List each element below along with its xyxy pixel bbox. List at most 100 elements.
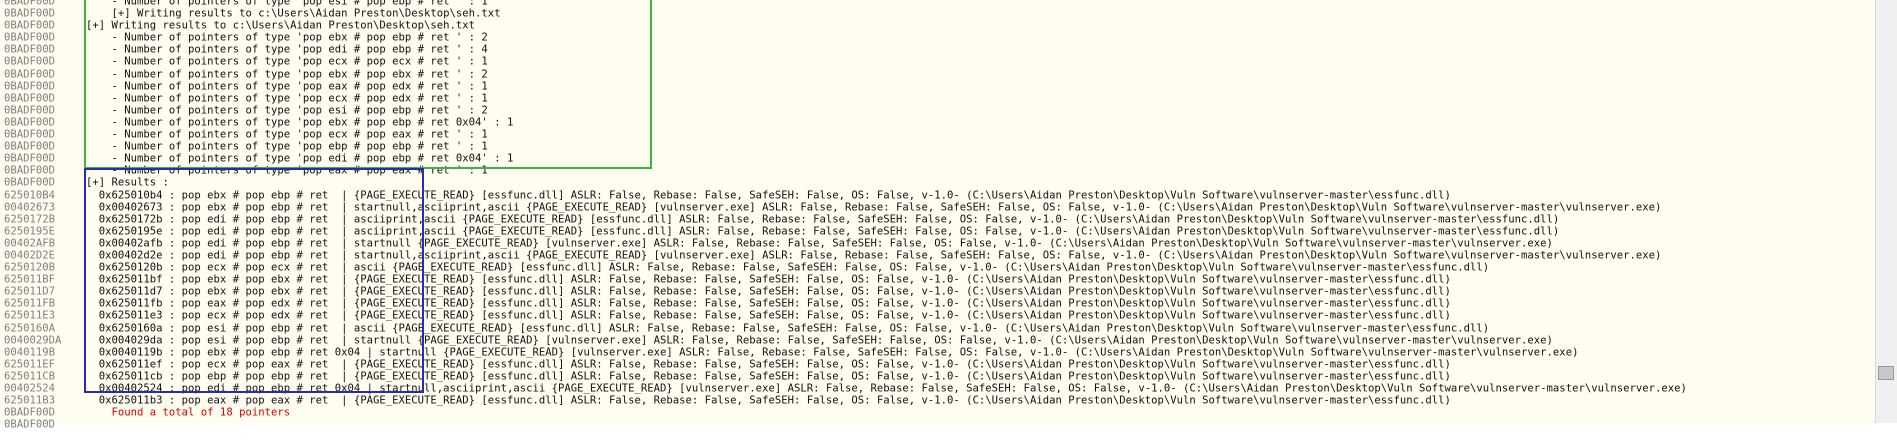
log-row-address: 0BADF00D (4, 104, 56, 117)
log-row[interactable]: 0BADF00D - Number of pointers of type 'p… (0, 81, 1872, 93)
log-rows: 0BADF00D - Number of pointers of type 'p… (0, 0, 1872, 443)
log-row[interactable]: 0BADF00D - Number of pointers of type 'p… (0, 117, 1872, 129)
log-row[interactable]: 625011B3 0x625011b3 : pop eax # pop eax … (0, 395, 1872, 407)
log-row-address: 0BADF00D (4, 56, 56, 69)
log-row-message: 0x6250120b : pop ecx # pop ecx # ret | a… (86, 262, 1490, 274)
log-row-address: 0BADF00D (4, 129, 56, 141)
log-row-address: 625011FB (4, 298, 56, 310)
log-row-message: 0x625011b3 : pop eax # pop eax # ret | {… (86, 395, 1451, 407)
log-row-message: - Number of pointers of type 'pop edi # … (86, 153, 514, 165)
log-row[interactable]: 625011D7 0x625011d7 : pop ebx # pop ebx … (0, 286, 1872, 298)
log-row-message: 0x625011bf : pop ebx # pop ebx # ret | {… (86, 274, 1451, 286)
log-row-address: 0BADF00D (4, 20, 56, 32)
log-row[interactable]: 0BADF00D - Number of pointers of type 'p… (0, 153, 1872, 165)
log-row[interactable]: 00402D2E 0x00402d2e : pop edi # pop ebp … (0, 250, 1872, 262)
log-row[interactable]: 0040029DA 0x004029da : pop esi # pop ebp… (0, 335, 1872, 347)
log-row[interactable]: 625011E3 0x625011e3 : pop ecx # pop edx … (0, 310, 1872, 322)
log-row[interactable]: 0BADF00D - Number of pointers of type 'p… (0, 0, 1872, 8)
log-row-message: 0x6250195e : pop edi # pop ebp # ret | a… (86, 225, 1560, 238)
log-row[interactable]: 0040119B 0x0040119b : pop ebx # pop ebp … (0, 347, 1872, 359)
log-row-message: - Number of pointers of type 'pop ecx # … (86, 56, 488, 69)
log-row[interactable]: 00402524 0x00402524 : pop edi # pop ebp … (0, 383, 1872, 395)
log-row-address: 625011EF (4, 358, 56, 371)
log-row[interactable]: 00402673 0x00402673 : pop ebx # pop ebp … (0, 202, 1872, 214)
log-row[interactable] (0, 431, 1872, 443)
log-row[interactable]: 0BADF00D - Number of pointers of type 'p… (0, 105, 1872, 117)
log-row-address: 625011B3 (4, 395, 56, 407)
log-row-address: 0BADF00D (4, 165, 56, 177)
log-row-message: - Number of pointers of type 'pop eax # … (86, 80, 488, 93)
log-row-message: - Number of pointers of type 'pop ecx # … (86, 92, 488, 105)
scrollbar-thumb[interactable] (1878, 366, 1894, 380)
log-row-message: 0x00402d2e : pop edi # pop ebp # ret | s… (86, 249, 1662, 262)
log-row-address: 0BADF00D (4, 92, 56, 105)
log-row[interactable]: 625011BF 0x625011bf : pop ebx # pop ebx … (0, 274, 1872, 286)
log-row-message: 0x625011e3 : pop ecx # pop edx # ret | {… (86, 310, 1451, 323)
log-window[interactable]: 0BADF00D - Number of pointers of type 'p… (0, 0, 1897, 431)
log-row-address: 0BADF00D (4, 116, 56, 129)
log-row[interactable]: 0BADF00D - Number of pointers of type 'p… (0, 32, 1872, 44)
log-row-address: 625010B4 (4, 189, 56, 202)
log-row-message: - Number of pointers of type 'pop ecx # … (86, 129, 488, 141)
log-row-message: 0x004029da : pop esi # pop ebp # ret | s… (86, 334, 1553, 347)
log-row[interactable]: 0BADF00D - Number of pointers of type 'p… (0, 69, 1872, 81)
log-row-message: - Number of pointers of type 'pop edi # … (86, 44, 488, 57)
log-row-message: - Number of pointers of type 'pop ebx # … (86, 116, 514, 129)
log-row-message: - Number of pointers of type 'pop ebp # … (86, 141, 488, 153)
log-row-address: 625011CB (4, 370, 56, 383)
log-row-message: [+] Results : (86, 177, 169, 190)
log-row-address: 0040029DA (4, 334, 62, 347)
log-row-address: 00402D2E (4, 249, 56, 262)
log-row-message: 0x625011fb : pop eax # pop edx # ret | {… (86, 298, 1451, 310)
log-row-address: 625011BF (4, 274, 56, 286)
log-row-address: 625011E3 (4, 310, 56, 323)
log-row-message: 0x625010b4 : pop ebx # pop ebp # ret | {… (86, 189, 1451, 202)
log-row[interactable]: 0BADF00D - Number of pointers of type 'p… (0, 93, 1872, 105)
log-row[interactable]: 625011EF 0x625011ef : pop ecx # pop eax … (0, 359, 1872, 371)
log-row[interactable]: 6250120B 0x6250120b : pop ecx # pop ecx … (0, 262, 1872, 274)
log-row-message: - Number of pointers of type 'pop esi # … (86, 0, 488, 8)
log-row[interactable]: 625010B4 0x625010b4 : pop ebx # pop ebp … (0, 190, 1872, 202)
log-row-address: 0BADF00D (4, 32, 56, 44)
log-row-message: [+] Writing results to c:\Users\Aidan Pr… (86, 8, 501, 20)
log-row-message: 0x0040119b : pop ebx # pop ebp # ret 0x0… (86, 346, 1579, 359)
log-row-message: 0x625011ef : pop ecx # pop eax # ret | {… (86, 358, 1451, 371)
log-row[interactable]: 0BADF00D Found a total of 18 pointers (0, 407, 1872, 419)
log-row-address: 0BADF00D (4, 407, 56, 419)
log-row[interactable]: 0BADF00D - Number of pointers of type 'p… (0, 129, 1872, 141)
log-row-address: 0BADF00D (4, 68, 56, 81)
log-row-address: 0BADF00D (4, 177, 56, 190)
log-row[interactable]: 0BADF00D [+] Writing results to c:\Users… (0, 8, 1872, 20)
log-row-address: 6250195E (4, 225, 56, 238)
log-row-address: 0BADF00D (4, 8, 56, 20)
log-row-address: 0BADF00D (4, 80, 56, 93)
log-row-address: 0BADF00D (4, 419, 56, 431)
log-row[interactable]: 0BADF00D (0, 419, 1872, 431)
log-row[interactable]: 625011FB 0x625011fb : pop eax # pop edx … (0, 298, 1872, 310)
log-row-message: - Number of pointers of type 'pop ebx # … (86, 68, 488, 81)
log-row-address: 00402524 (4, 383, 56, 395)
vertical-scrollbar[interactable] (1875, 0, 1897, 423)
log-row-message: 0x6250160a : pop esi # pop ebp # ret | a… (86, 322, 1490, 335)
log-row-message: - Number of pointers of type 'pop ebx # … (86, 32, 488, 44)
log-row-address: 0BADF00D (4, 141, 56, 153)
log-row[interactable]: 625011CB 0x625011cb : pop ebp # pop ebp … (0, 371, 1872, 383)
log-row[interactable]: 0BADF00D - Number of pointers of type 'p… (0, 141, 1872, 153)
log-row[interactable]: 0BADF00D [+] Results : (0, 177, 1872, 189)
log-row-address: 00402673 (4, 201, 56, 214)
log-row[interactable]: 0BADF00D - Number of pointers of type 'p… (0, 56, 1872, 68)
log-row[interactable]: 0BADF00D - Number of pointers of type 'p… (0, 44, 1872, 56)
log-row[interactable]: 6250172B 0x6250172b : pop edi # pop ebp … (0, 214, 1872, 226)
log-row-message: 0x6250172b : pop edi # pop ebp # ret | a… (86, 213, 1560, 226)
log-row[interactable]: 6250160A 0x6250160a : pop esi # pop ebp … (0, 323, 1872, 335)
log-row-address: 0040119B (4, 346, 56, 359)
log-row-address: 6250172B (4, 213, 56, 226)
log-row-address: 625011D7 (4, 286, 56, 298)
log-row[interactable]: 00402AFB 0x00402afb : pop edi # pop ebp … (0, 238, 1872, 250)
log-row[interactable]: 6250195E 0x6250195e : pop edi # pop ebp … (0, 226, 1872, 238)
log-row-address: 6250160A (4, 322, 56, 335)
log-row[interactable]: 0BADF00D - Number of pointers of type 'p… (0, 165, 1872, 177)
log-row-message: - Number of pointers of type 'pop esi # … (86, 104, 488, 117)
log-row-message: [+] Writing results to c:\Users\Aidan Pr… (86, 20, 476, 32)
log-row[interactable]: 0BADF00D [+] Writing results to c:\Users\… (0, 20, 1872, 32)
